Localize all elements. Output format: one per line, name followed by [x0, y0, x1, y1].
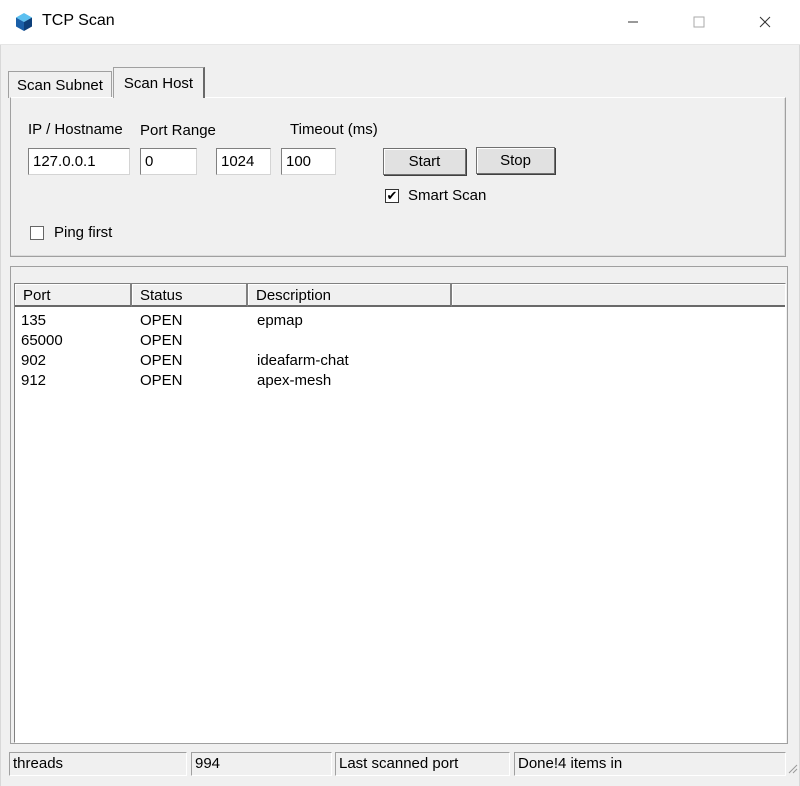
smart-scan-label: Smart Scan: [408, 187, 487, 204]
ip-hostname-input[interactable]: 127.0.0.1: [28, 148, 130, 175]
tab-scan-host[interactable]: Scan Host: [113, 67, 205, 98]
minimize-icon: [628, 21, 638, 23]
empty-checkbox-icon: [30, 225, 44, 240]
status-count: 994: [191, 752, 332, 776]
checkmark-icon: ✔: [385, 188, 399, 203]
minimize-button[interactable]: [610, 0, 656, 44]
port-cell: 912: [21, 372, 47, 389]
status-threads: threads: [9, 752, 187, 776]
port-from-input[interactable]: 0: [140, 148, 197, 175]
tab-scan-subnet[interactable]: Scan Subnet: [8, 71, 112, 98]
ping-first-label: Ping first: [54, 224, 113, 241]
scan-host-panel: [10, 97, 786, 257]
port-cell: 135: [21, 312, 47, 329]
status-cell: OPEN: [140, 372, 183, 389]
port-cell: 902: [21, 352, 47, 369]
window-title: TCP Scan: [42, 12, 115, 29]
app-cube-icon: [16, 13, 32, 31]
port-range-label: Port Range: [140, 122, 216, 139]
maximize-icon: [693, 16, 705, 28]
status-last-scanned: Last scanned port: [335, 752, 510, 776]
timeout-label: Timeout (ms): [290, 121, 378, 138]
start-button[interactable]: Start: [383, 148, 466, 175]
stop-button[interactable]: Stop: [476, 147, 555, 174]
status-cell: OPEN: [140, 332, 183, 349]
column-header-filler: [452, 284, 785, 307]
description-cell: ideafarm-chat: [257, 352, 349, 369]
column-header-status[interactable]: Status: [132, 284, 248, 307]
timeout-input[interactable]: 100: [281, 148, 336, 175]
column-header-description[interactable]: Description: [248, 284, 452, 307]
status-cell: OPEN: [140, 312, 183, 329]
column-header-port[interactable]: Port: [15, 284, 132, 307]
maximize-button[interactable]: [676, 0, 722, 44]
ping-first-checkbox[interactable]: Ping first: [30, 224, 112, 241]
description-cell: epmap: [257, 312, 303, 329]
status-done: Done!4 items in: [514, 752, 786, 776]
title-bar: TCP Scan: [0, 0, 800, 45]
status-cell: OPEN: [140, 352, 183, 369]
ip-hostname-label: IP / Hostname: [28, 121, 123, 138]
resize-grip-icon[interactable]: [786, 762, 798, 774]
smart-scan-checkbox[interactable]: ✔ Smart Scan: [385, 187, 486, 204]
port-to-input[interactable]: 1024: [216, 148, 271, 175]
port-cell: 65000: [21, 332, 63, 349]
results-listview[interactable]: Port Status Description 135 OPEN epmap 6…: [14, 283, 786, 743]
close-button[interactable]: [742, 0, 788, 44]
description-cell: apex-mesh: [257, 372, 332, 389]
close-icon: [759, 16, 771, 28]
